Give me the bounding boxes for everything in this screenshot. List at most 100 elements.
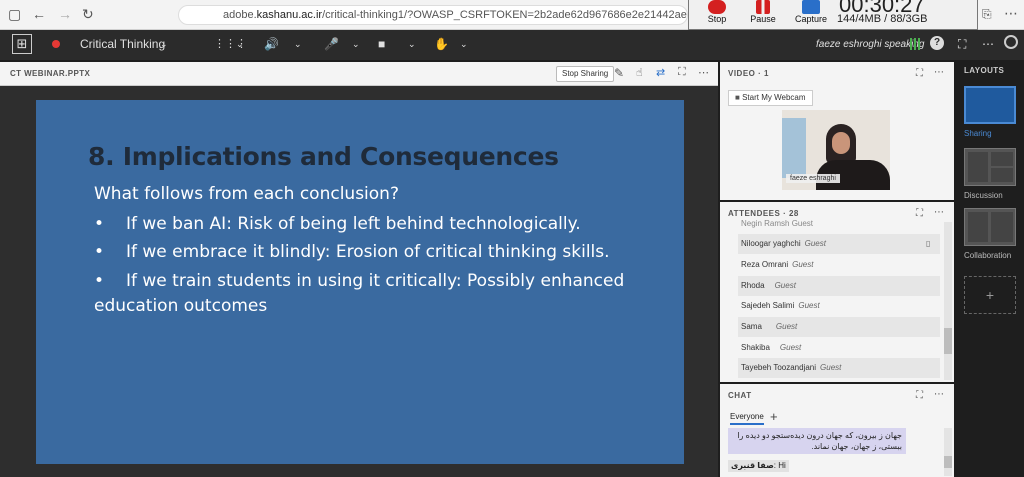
slide-bullet-2: • If we embrace it blindly: Erosion of cr… — [94, 242, 610, 262]
layout-pane-shape — [968, 212, 988, 242]
layout-discussion-label[interactable]: Discussion — [964, 191, 1003, 200]
recording-indicator-icon — [52, 40, 60, 48]
attendee-row[interactable]: Sajedeh Salimi Guest — [738, 296, 940, 316]
bookmark-icon[interactable]: ⎘ — [982, 7, 992, 22]
start-webcam-button[interactable]: ■ Start My Webcam — [728, 90, 813, 106]
slide-question: What follows from each conclusion? — [94, 184, 399, 204]
attendee-name: Reza Omrani — [741, 260, 789, 269]
share-pod: CT WEBINAR.PPTX Stop Sharing ✎ ☝ ⇄ ⛶ ⋯ 8… — [0, 62, 718, 477]
webcam-video: faeze eshraghi — [782, 110, 890, 190]
menu-icon[interactable]: ⋯ — [1004, 5, 1018, 22]
bullet-text: If we train students in using it critica… — [126, 271, 625, 291]
layouts-panel: LAYOUTS Sharing Discussion Collaboration… — [956, 62, 1024, 477]
pod-options-icon[interactable]: ⋯ — [698, 66, 709, 79]
attendee-row[interactable]: Reza Omrani Guest — [738, 255, 940, 275]
pause-icon — [756, 0, 770, 14]
chat-scrollbar[interactable] — [944, 428, 952, 476]
attendee-row[interactable]: Shakiba Guest — [738, 338, 940, 358]
power-icon[interactable] — [1004, 35, 1018, 49]
layouts-header: LAYOUTS — [964, 66, 1005, 75]
layout-pane-shape — [991, 168, 1013, 182]
reload-icon[interactable]: ↻ — [82, 6, 94, 23]
microphone-icon[interactable]: 🎤 — [324, 37, 339, 51]
chevron-down-icon[interactable]: ⌄ — [236, 39, 244, 50]
attendee-name: Tayebeh Toozandjani — [741, 363, 817, 372]
chevron-down-icon[interactable]: ⌄ — [294, 39, 302, 50]
video-pod-header: VIDEO · 1 — [728, 69, 769, 78]
fullscreen-icon[interactable]: ⛶ — [916, 68, 923, 79]
scrollbar-thumb[interactable] — [944, 328, 952, 354]
recorder-capture-button[interactable]: Capture — [789, 0, 833, 29]
mobile-device-icon: ▯ — [926, 239, 931, 248]
back-icon[interactable]: ← — [32, 6, 46, 22]
attendee-row[interactable]: Niloogar yaghchi Guest ▯ — [738, 234, 940, 254]
bullet-icon: • — [94, 271, 105, 291]
attendee-name: Rhoda — [741, 281, 765, 290]
layout-grid-icon[interactable]: ⊞ — [12, 34, 32, 54]
fullscreen-icon[interactable]: ⛶ — [678, 66, 686, 79]
help-icon[interactable]: ? — [930, 36, 944, 50]
attendees-scrollbar[interactable] — [944, 222, 952, 380]
bullet-icon: • — [94, 242, 105, 262]
active-speaker-label: faeze eshroghi speaking — [816, 39, 925, 50]
recorder-pause-button[interactable]: Pause — [741, 0, 785, 29]
layout-pane-shape — [991, 212, 1013, 242]
raise-hand-icon[interactable]: ✋ — [434, 37, 449, 51]
bullet-text: If we embrace it blindly: Erosion of cri… — [126, 242, 610, 262]
recorder-stop-button[interactable]: Stop — [695, 0, 739, 29]
url-path: /critical-thinking1/?OWASP_CSRFTOKEN=2b2… — [322, 9, 687, 21]
add-chat-tab-icon[interactable]: + — [770, 409, 778, 424]
slide-title: 8. Implications and Consequences — [88, 142, 559, 171]
more-options-icon[interactable]: ⋯ — [982, 37, 994, 51]
slide-continuation: education outcomes — [94, 296, 268, 316]
pointer-icon[interactable]: ☝ — [636, 66, 643, 79]
layout-pane-shape — [968, 152, 988, 182]
sender-name: صفا قنبری — [731, 461, 774, 470]
attendee-row-partial[interactable]: Negin Ramsh Guest — [738, 218, 940, 230]
layout-sharing-label[interactable]: Sharing — [964, 129, 992, 138]
chevron-down-icon[interactable]: ⌄ — [352, 39, 360, 50]
chevron-down-icon[interactable]: ⌄ — [160, 39, 168, 50]
chevron-down-icon[interactable]: ⌄ — [408, 39, 416, 50]
fullscreen-icon[interactable]: ⛶ — [958, 37, 966, 52]
add-layout-button[interactable]: + — [964, 276, 1016, 314]
speaker-icon[interactable]: 🔊 — [264, 37, 279, 51]
layout-collaboration-label[interactable]: Collaboration — [964, 251, 1011, 260]
chat-message-line: جهان ز بیرون، که جهان درون دیده‌ستجو دو … — [737, 431, 902, 440]
pod-options-icon[interactable]: ⋯ — [934, 389, 944, 400]
camera-icon[interactable]: ■ — [378, 37, 385, 51]
draw-icon[interactable]: ✎ — [614, 66, 624, 80]
tab-overview-icon[interactable]: ▢ — [8, 6, 21, 23]
attendee-name: Niloogar yaghchi — [741, 239, 801, 248]
chevron-down-icon[interactable]: ⌄ — [460, 39, 468, 50]
pod-options-icon[interactable]: ⋯ — [934, 207, 944, 218]
attendee-row[interactable]: Sama Guest — [738, 317, 940, 337]
chat-message-sender: صفا قنبری: Hi — [728, 460, 789, 472]
layout-sharing-thumb[interactable] — [964, 86, 1016, 124]
attendee-role: Guest — [792, 260, 814, 269]
address-bar[interactable]: adobe.kashanu.ac.ir/critical-thinking1/?… — [178, 5, 688, 25]
monitor-icon — [802, 0, 820, 14]
signal-strength-icon — [910, 38, 922, 50]
chat-message: جهان ز بیرون، که جهان درون دیده‌ستجو دو … — [728, 428, 906, 454]
forward-icon[interactable]: → — [58, 6, 72, 22]
layout-pane-shape — [991, 152, 1013, 166]
stop-sharing-button[interactable]: Stop Sharing — [556, 66, 615, 82]
stop-label: Stop — [707, 14, 727, 24]
slide-bullet-1: • If we ban AI: Risk of being left behind… — [94, 214, 581, 234]
meeting-title[interactable]: Critical Thinking — [80, 37, 165, 51]
layout-collaboration-thumb[interactable] — [964, 208, 1016, 246]
bookshelf-shape — [782, 118, 806, 178]
scrollbar-thumb[interactable] — [944, 456, 952, 468]
share-pod-header: CT WEBINAR.PPTX Stop Sharing ✎ ☝ ⇄ ⛶ ⋯ — [0, 62, 718, 86]
attendee-row[interactable]: Tayebeh Toozandjani Guest — [738, 358, 940, 378]
fullscreen-icon[interactable]: ⛶ — [916, 390, 923, 401]
slide-bullet-3: • If we train students in using it critic… — [94, 271, 624, 291]
pod-options-icon[interactable]: ⋯ — [934, 67, 944, 78]
attendee-role: Guest — [804, 239, 826, 248]
layout-discussion-thumb[interactable] — [964, 148, 1016, 186]
attendee-row[interactable]: Rhoda Guest — [738, 276, 940, 296]
chat-tab-everyone[interactable]: Everyone — [730, 412, 764, 425]
sync-icon[interactable]: ⇄ — [656, 66, 665, 79]
url-domain: kashanu.ac.ir — [256, 9, 323, 21]
